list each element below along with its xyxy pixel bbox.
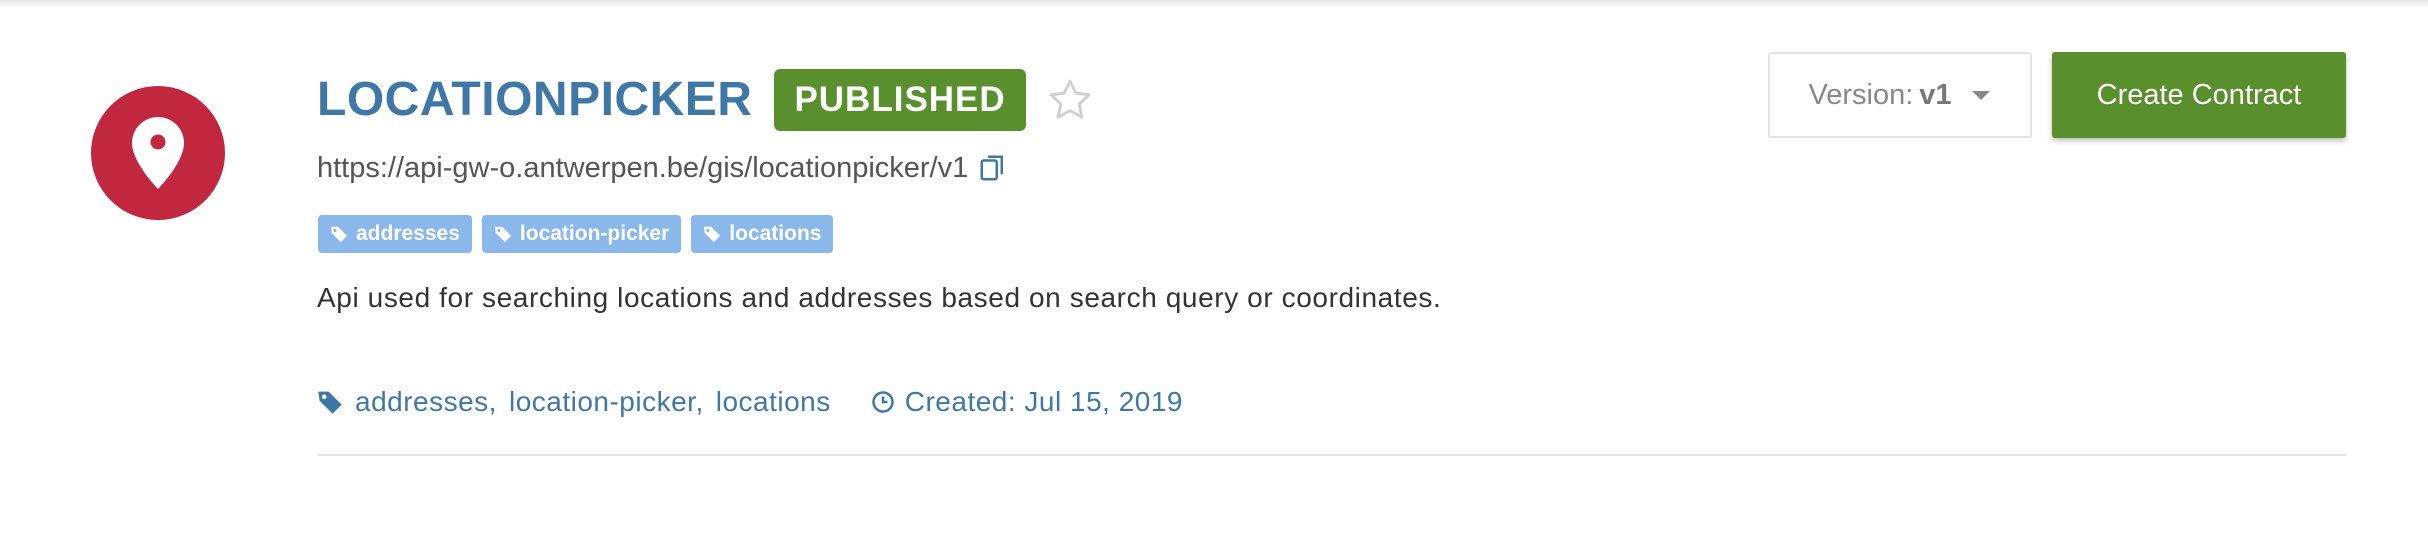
tag-label: locations — [729, 222, 822, 245]
tag-icon — [494, 226, 512, 243]
map-marker-icon — [91, 86, 225, 220]
title-row: LOCATIONPICKER PUBLISHED — [317, 68, 1094, 132]
created-date: Created: Jul 15, 2019 — [871, 386, 1183, 418]
meta-tag-link[interactable]: addresses, — [355, 386, 497, 418]
version-value: v1 — [1919, 78, 1952, 111]
api-url-row: https://api-gw-o.antwerpen.be/gis/locati… — [317, 148, 1008, 188]
clock-icon — [872, 391, 894, 413]
version-dropdown[interactable]: Version: v1 — [1768, 52, 2032, 138]
created-label: Created: Jul 15, 2019 — [904, 386, 1183, 417]
api-url: https://api-gw-o.antwerpen.be/gis/locati… — [317, 151, 969, 184]
tag-icon — [704, 226, 721, 243]
tag-icon — [330, 226, 348, 243]
meta-tags: addresses, location-picker, locations — [317, 386, 831, 418]
version-label: Version: — [1808, 78, 1914, 111]
tag-icon — [318, 391, 342, 414]
copy-icon[interactable] — [978, 153, 1008, 183]
star-icon[interactable] — [1046, 76, 1094, 124]
status-badge: PUBLISHED — [774, 69, 1026, 131]
caret-down-icon — [1971, 91, 1990, 100]
header-shadow — [0, 0, 2428, 8]
tag-label: location-picker — [519, 222, 670, 245]
tag-location-picker[interactable]: location-picker — [481, 215, 682, 253]
tag-label: addresses — [356, 222, 460, 245]
meta-row: addresses, location-picker, locations Cr… — [317, 382, 1183, 422]
tag-addresses[interactable]: addresses — [318, 215, 472, 253]
divider — [317, 454, 2347, 456]
tag-locations[interactable]: locations — [691, 215, 834, 253]
api-description: Api used for searching locations and add… — [317, 282, 1442, 313]
meta-tag-link[interactable]: locations — [716, 386, 831, 418]
page-title: LOCATIONPICKER — [317, 73, 753, 126]
create-contract-button[interactable]: Create Contract — [2052, 52, 2346, 138]
tag-list: addresses location-picker locations — [318, 215, 834, 253]
meta-tag-link[interactable]: location-picker, — [509, 386, 704, 418]
